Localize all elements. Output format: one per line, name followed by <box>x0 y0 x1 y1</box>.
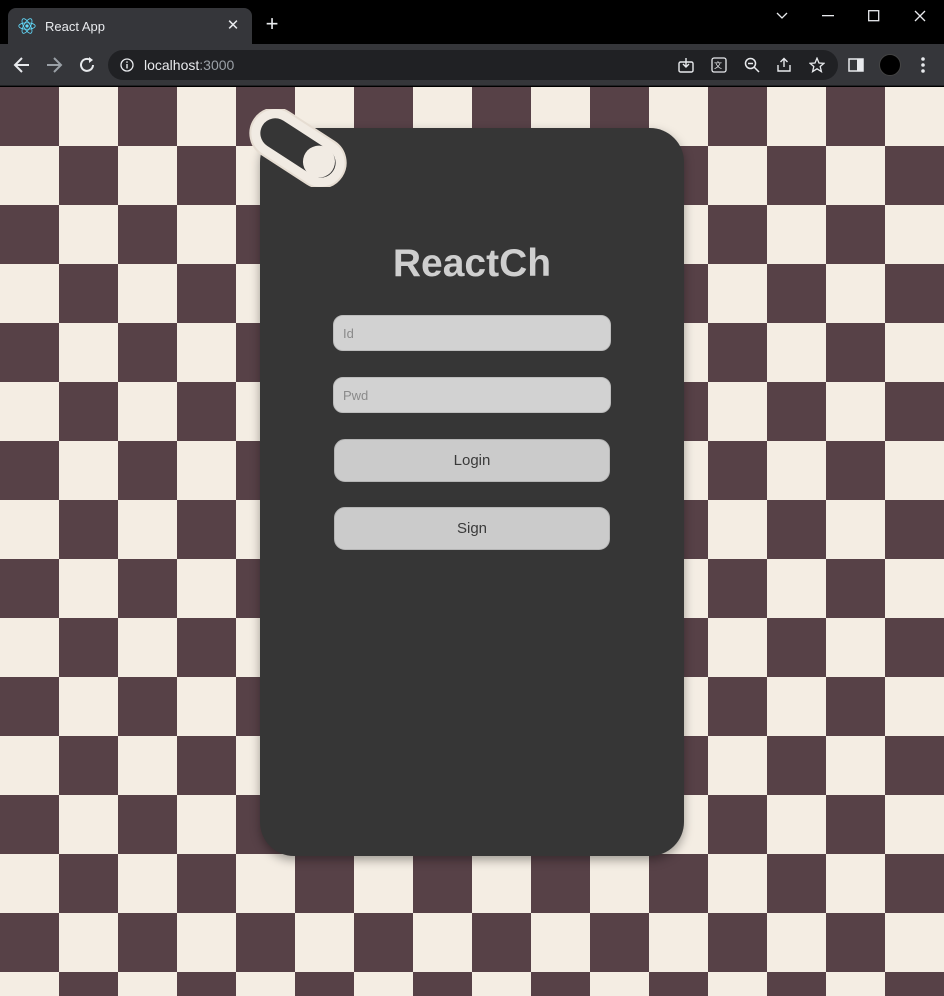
install-app-icon[interactable] <box>677 56 695 74</box>
zoom-out-icon[interactable] <box>743 56 761 74</box>
translate-icon[interactable]: 文 <box>710 56 728 74</box>
bookmark-star-icon[interactable] <box>808 56 826 74</box>
id-input[interactable] <box>333 315 611 351</box>
share-icon[interactable] <box>775 56 793 74</box>
back-arrow-icon[interactable] <box>10 53 34 77</box>
reload-icon[interactable] <box>75 53 99 77</box>
tab-close-icon[interactable]: ✕ <box>224 17 242 35</box>
browser-tab[interactable]: React App ✕ <box>8 8 252 44</box>
svg-text:文: 文 <box>714 60 722 70</box>
forward-arrow-icon[interactable] <box>42 53 66 77</box>
page-viewport: ReactCh Login Sign <box>0 87 944 996</box>
sign-button[interactable]: Sign <box>334 507 610 550</box>
react-favicon-icon <box>18 17 36 35</box>
url-host: localhost <box>144 57 200 73</box>
login-button[interactable]: Login <box>334 439 610 482</box>
url-text: localhost:3000 <box>144 57 234 73</box>
address-bar[interactable]: localhost:3000 文 <box>108 50 838 80</box>
maximize-icon[interactable] <box>854 4 894 28</box>
browser-toolbar: localhost:3000 文 <box>0 44 944 86</box>
profile-avatar[interactable] <box>879 54 901 76</box>
url-port: :3000 <box>199 57 235 73</box>
login-card: ReactCh Login Sign <box>260 128 684 856</box>
side-panel-icon[interactable] <box>846 55 866 75</box>
close-icon[interactable] <box>900 4 940 28</box>
menu-kebab-icon[interactable] <box>913 55 933 75</box>
minimize-icon[interactable] <box>808 4 848 28</box>
new-tab-button[interactable]: + <box>262 13 282 35</box>
tab-bar: React App ✕ + <box>0 0 944 44</box>
chevron-down-icon[interactable] <box>762 4 802 28</box>
tab-title: React App <box>45 18 105 34</box>
page-title: ReactCh <box>392 242 552 285</box>
info-icon[interactable] <box>120 58 134 72</box>
pwd-input[interactable] <box>333 377 611 413</box>
